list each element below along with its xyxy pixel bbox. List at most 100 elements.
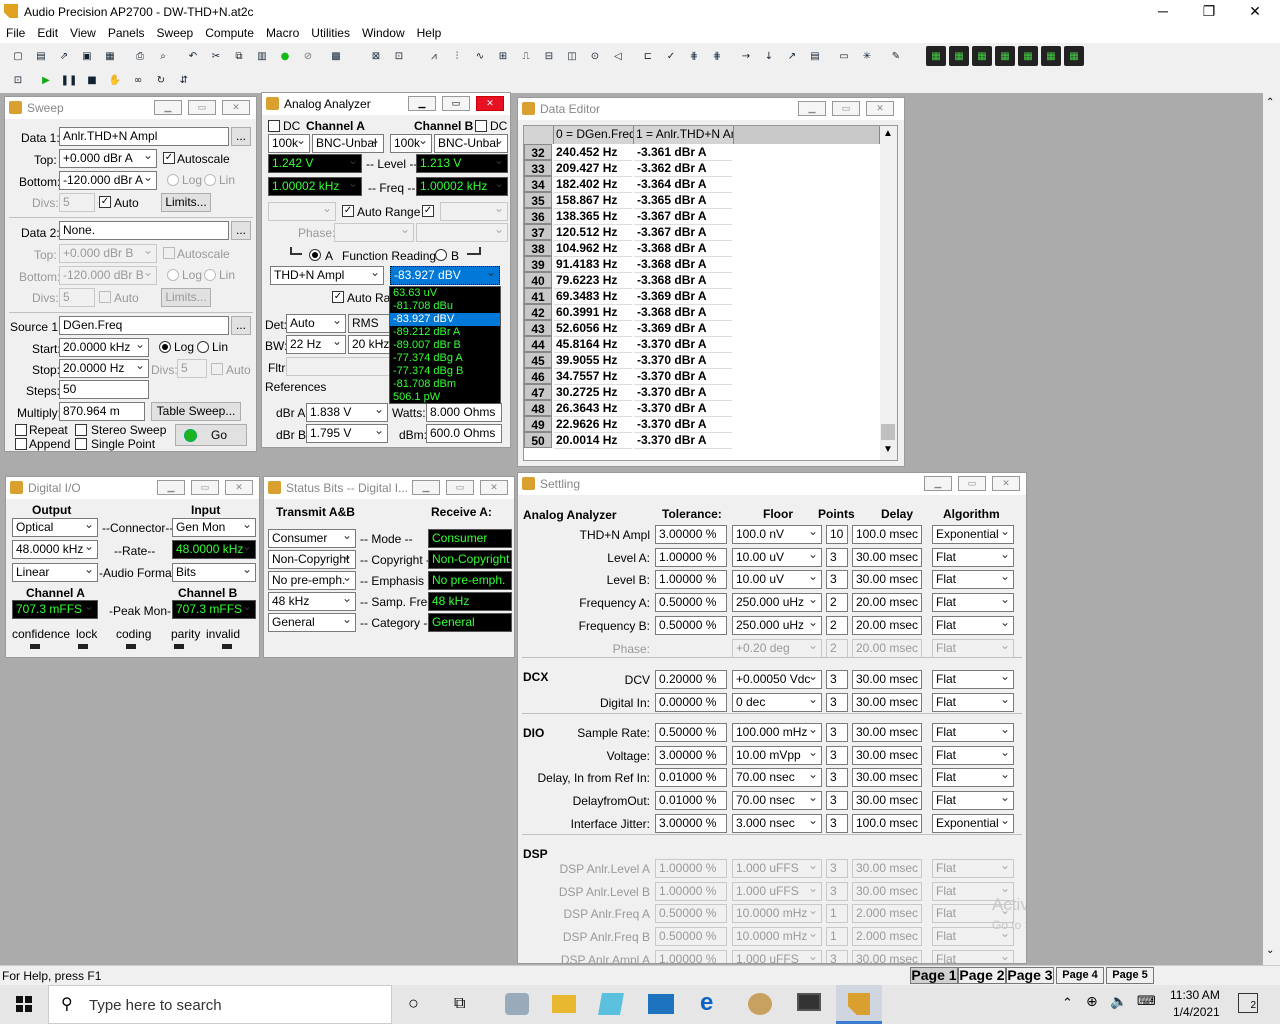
freq-cell[interactable]: 69.3483 Hz [554, 288, 632, 305]
keyboard-icon[interactable]: ⌨ [1137, 994, 1156, 1009]
algorithm-select[interactable]: Flat [932, 859, 1014, 878]
phase-b-select[interactable] [416, 223, 508, 242]
tolerance-field[interactable]: 3.00000 % [655, 525, 727, 544]
limits2-button[interactable]: Limits... [161, 288, 211, 307]
algorithm-select[interactable]: Flat [932, 670, 1014, 689]
table-row[interactable]: 42 60.3991 Hz -3.368 dBr A [524, 304, 734, 321]
stop-icon[interactable]: ■ [82, 70, 102, 90]
restore-button[interactable]: ❐ [1186, 0, 1232, 24]
bottom2-select[interactable]: -120.000 dBr B [59, 266, 157, 285]
dcx-icon[interactable]: ⎍ [516, 46, 536, 66]
menu-utilities[interactable]: Utilities [305, 24, 356, 42]
algorithm-select[interactable]: Flat [932, 547, 1014, 567]
floor-select[interactable]: 70.00 nsec [732, 791, 822, 811]
delay-field[interactable]: 20.00 msec [852, 615, 922, 635]
ch1-icon[interactable]: ▦ [926, 46, 946, 66]
multiply-field[interactable]: 870.964 m [59, 402, 145, 421]
phase-select[interactable] [334, 223, 414, 242]
task-view-icon[interactable]: ⧉ [454, 993, 465, 1013]
wave-icon[interactable]: ∿ [470, 46, 490, 66]
divs-field[interactable]: 5 [59, 193, 95, 212]
delay-field[interactable]: 30.00 msec [852, 723, 922, 742]
cortana-icon[interactable]: ○ [408, 993, 419, 1014]
limits-button[interactable]: Limits... [161, 193, 211, 212]
freq-cell[interactable]: 138.365 Hz [554, 208, 632, 225]
freq-cell[interactable]: 120.512 Hz [554, 224, 632, 241]
file-explorer-icon[interactable] [552, 995, 576, 1013]
table-row[interactable]: 47 30.2725 Hz -3.370 dBr A [524, 384, 734, 401]
scroll-up-arrow[interactable]: ⌃ [1266, 97, 1274, 108]
delay-field[interactable]: 20.00 msec [852, 593, 922, 613]
new-icon[interactable]: ▢ [8, 46, 28, 66]
source1-field[interactable]: DGen.Freq [59, 316, 229, 335]
bottom-select[interactable]: -120.000 dBr A [59, 171, 157, 190]
step-icon[interactable]: ↻ [151, 70, 171, 90]
ch7-icon[interactable]: ▦ [1064, 46, 1084, 66]
save-icon[interactable]: ▣ [77, 46, 97, 66]
filter-select[interactable] [286, 357, 390, 376]
go-icon[interactable]: ● [275, 46, 295, 66]
floor-select[interactable]: 70.00 nsec [732, 768, 822, 788]
minimize-button[interactable]: ▁ [154, 100, 182, 115]
tolerance-field[interactable]: 0.50000 % [655, 615, 727, 635]
algorithm-select[interactable]: Flat [932, 745, 1014, 765]
thdn-cell[interactable]: -3.368 dBr A [634, 272, 732, 289]
delay-field[interactable]: 100.0 msec [852, 525, 922, 544]
freq-cell[interactable]: 79.6223 Hz [554, 272, 632, 289]
points-field[interactable]: 3 [826, 670, 848, 689]
table-row[interactable]: 41 69.3483 Hz -3.369 dBr A [524, 288, 734, 305]
floor-select[interactable]: 100.000 mHz [732, 723, 822, 742]
points-field[interactable]: 3 [826, 723, 848, 742]
delay-field[interactable]: 100.0 msec [852, 813, 922, 833]
start-button[interactable] [0, 985, 48, 1024]
delay-field[interactable]: 30.00 msec [852, 692, 922, 712]
tolerance-field[interactable]: 1.00000 % [655, 570, 727, 590]
unit-option[interactable]: 506.1 pW [390, 391, 500, 404]
floor-select[interactable]: 1.000 uFFS [732, 949, 822, 963]
delay-field[interactable]: 30.00 msec [852, 768, 922, 788]
algorithm-select[interactable]: Flat [932, 638, 1014, 658]
step2-icon[interactable]: ⇵ [174, 70, 194, 90]
table-row[interactable]: 43 52.6056 Hz -3.369 dBr A [524, 320, 734, 337]
switch-icon[interactable]: ⋕ [684, 46, 704, 66]
close-button[interactable]: ✕ [992, 476, 1020, 491]
table-row[interactable]: 39 91.4183 Hz -3.368 dBr A [524, 256, 734, 273]
tolerance-field[interactable]: 1.00000 % [655, 881, 727, 901]
notepad-icon[interactable] [598, 993, 624, 1015]
thdn-cell[interactable]: -3.370 dBr A [634, 432, 732, 449]
table-row[interactable]: 34 182.402 Hz -3.364 dBr A [524, 176, 734, 193]
points-field[interactable]: 3 [826, 547, 848, 567]
unit-option[interactable]: -81.708 dBm [390, 378, 500, 391]
transmit-select[interactable]: Non-Copyright [268, 550, 356, 569]
points-field[interactable]: 3 [826, 949, 848, 963]
maximize-button[interactable]: ▭ [188, 100, 216, 115]
level-b-reading[interactable]: 1.213 V [416, 154, 508, 173]
freq-cell[interactable]: 39.9055 Hz [554, 352, 632, 369]
points-field[interactable]: 3 [826, 881, 848, 901]
close-button[interactable]: ✕ [476, 96, 504, 111]
reading-unit-dropdown[interactable]: 63.63 uV -81.708 dBu -83.927 dBV -89.212… [389, 286, 501, 404]
freq-cell[interactable]: 240.452 Hz [554, 144, 632, 161]
menu-view[interactable]: View [64, 24, 102, 42]
thdn-cell[interactable]: -3.370 dBr A [634, 336, 732, 353]
stop-icon[interactable]: ⊘ [298, 46, 318, 66]
arrow-right-icon[interactable]: → [736, 46, 756, 66]
freq-cell[interactable]: 60.3991 Hz [554, 304, 632, 321]
tolerance-field[interactable]: 0.50000 % [655, 723, 727, 742]
page-tab-3[interactable]: Page 3 [1006, 967, 1054, 984]
points-field[interactable]: 2 [826, 593, 848, 613]
search-box[interactable]: ⚲ Type here to search [48, 985, 392, 1024]
points-field[interactable]: 3 [826, 745, 848, 765]
dio-icon[interactable]: ⊟ [539, 46, 559, 66]
monitor-icon[interactable] [797, 993, 821, 1011]
impedance-b-select[interactable]: 100k [390, 134, 432, 153]
print-icon[interactable]: ⎙ [130, 46, 150, 66]
unit-option[interactable]: -77.374 dBg B [390, 365, 500, 378]
delay-field[interactable]: 20.00 msec [852, 638, 922, 658]
algorithm-select[interactable]: Flat [932, 570, 1014, 590]
unit-option[interactable]: 63.63 uV [390, 287, 500, 300]
lin-radio[interactable] [204, 174, 216, 186]
paint-icon[interactable] [748, 993, 772, 1015]
floor-select[interactable]: 100.0 nV [732, 525, 822, 544]
close-button[interactable]: ✕ [225, 480, 253, 495]
